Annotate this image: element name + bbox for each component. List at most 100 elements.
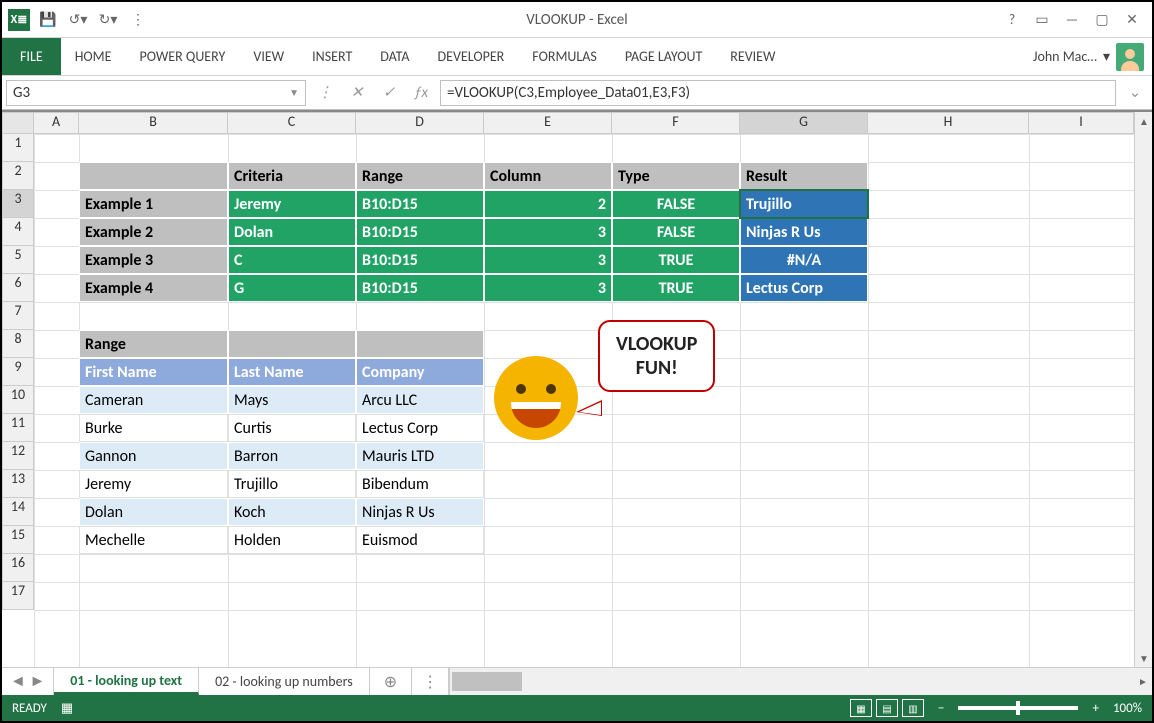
row-header-10[interactable]: 10: [2, 386, 34, 414]
cell-D5[interactable]: B10:D15: [356, 246, 484, 274]
cell-E5[interactable]: 3: [484, 246, 612, 274]
cell-F2[interactable]: Type: [612, 162, 740, 190]
select-all-corner[interactable]: [2, 112, 34, 134]
cell-E2[interactable]: Column: [484, 162, 612, 190]
cell-C13[interactable]: Trujillo: [228, 470, 356, 498]
zoom-slider[interactable]: [958, 706, 1078, 710]
file-tab[interactable]: FILE: [2, 38, 61, 75]
tab-insert[interactable]: INSERT: [298, 38, 366, 75]
row-header-2[interactable]: 2: [2, 162, 34, 190]
row-header-13[interactable]: 13: [2, 470, 34, 498]
row-header-14[interactable]: 14: [2, 498, 34, 526]
cell-D15[interactable]: Euismod: [356, 526, 484, 554]
cell-G6[interactable]: Lectus Corp: [740, 274, 868, 302]
row-header-1[interactable]: 1: [2, 134, 34, 162]
sheet-nav[interactable]: ◄ ►: [2, 668, 54, 695]
formula-cancel-icon[interactable]: ✕: [344, 80, 370, 106]
row-header-7[interactable]: 7: [2, 302, 34, 330]
row-header-12[interactable]: 12: [2, 442, 34, 470]
cell-D4[interactable]: B10:D15: [356, 218, 484, 246]
sheet-tab-2[interactable]: 02 - looking up numbers: [199, 668, 370, 695]
macro-record-icon[interactable]: ▦: [61, 701, 73, 716]
cell-B9[interactable]: First Name: [79, 358, 228, 386]
row-header-6[interactable]: 6: [2, 274, 34, 302]
tab-home[interactable]: HOME: [61, 38, 126, 75]
cell-C15[interactable]: Holden: [228, 526, 356, 554]
view-normal-icon[interactable]: ▦: [850, 699, 872, 717]
cell-B15[interactable]: Mechelle: [79, 526, 228, 554]
scroll-down-icon[interactable]: ▼: [1135, 649, 1152, 667]
cell-F4[interactable]: FALSE: [612, 218, 740, 246]
view-page-layout-icon[interactable]: ▤: [876, 699, 898, 717]
zoom-thumb[interactable]: [1016, 701, 1020, 715]
zoom-level[interactable]: 100%: [1113, 701, 1142, 716]
horizontal-scrollbar[interactable]: ◄ ►: [449, 668, 1152, 695]
tab-review[interactable]: REVIEW: [716, 38, 789, 75]
cell-D13[interactable]: Bibendum: [356, 470, 484, 498]
help-icon[interactable]: ?: [998, 8, 1026, 32]
formula-input[interactable]: =VLOOKUP(C3,Employee_Data01,E3,F3): [440, 80, 1116, 106]
cell-C10[interactable]: Mays: [228, 386, 356, 414]
row-headers[interactable]: 1234567891011121314151617: [2, 134, 34, 667]
cell-D9[interactable]: Company: [356, 358, 484, 386]
minimize-icon[interactable]: —: [1058, 8, 1086, 32]
view-page-break-icon[interactable]: ▥: [902, 699, 924, 717]
cell-F6[interactable]: TRUE: [612, 274, 740, 302]
add-sheet-button[interactable]: ⊕: [370, 668, 412, 695]
cell-C9[interactable]: Last Name: [228, 358, 356, 386]
cell-G3[interactable]: Trujillo: [740, 190, 868, 218]
row-header-15[interactable]: 15: [2, 526, 34, 554]
zoom-in-icon[interactable]: +: [1092, 701, 1098, 716]
save-icon[interactable]: 💾: [36, 8, 60, 32]
col-header-C[interactable]: C: [228, 112, 356, 134]
cell-C6[interactable]: G: [228, 274, 356, 302]
cell-grid[interactable]: CriteriaRangeColumnTypeResultExample 1Je…: [34, 134, 1134, 667]
cell-E6[interactable]: 3: [484, 274, 612, 302]
row-header-8[interactable]: 8: [2, 330, 34, 358]
spreadsheet[interactable]: ABCDEFGHI 1234567891011121314151617 Crit…: [2, 110, 1152, 667]
tab-formulas[interactable]: FORMULAS: [518, 38, 611, 75]
close-icon[interactable]: ✕: [1118, 8, 1146, 32]
formula-enter-icon[interactable]: ✓: [376, 80, 402, 106]
vertical-scrollbar[interactable]: ▲ ▼: [1134, 112, 1152, 667]
cell-D2[interactable]: Range: [356, 162, 484, 190]
cell-C8[interactable]: [228, 330, 356, 358]
tab-developer[interactable]: DEVELOPER: [424, 38, 519, 75]
ribbon-options-icon[interactable]: ▭: [1028, 8, 1056, 32]
cell-G5[interactable]: #N/A: [740, 246, 868, 274]
cell-B2[interactable]: [79, 162, 228, 190]
row-header-11[interactable]: 11: [2, 414, 34, 442]
cell-D8[interactable]: [356, 330, 484, 358]
cell-C14[interactable]: Koch: [228, 498, 356, 526]
cell-C4[interactable]: Dolan: [228, 218, 356, 246]
cell-E3[interactable]: 2: [484, 190, 612, 218]
tab-power-query[interactable]: POWER QUERY: [126, 38, 240, 75]
hscroll-thumb[interactable]: [452, 672, 522, 691]
cell-C11[interactable]: Curtis: [228, 414, 356, 442]
cell-C12[interactable]: Barron: [228, 442, 356, 470]
cell-C2[interactable]: Criteria: [228, 162, 356, 190]
cell-G4[interactable]: Ninjas R Us: [740, 218, 868, 246]
col-header-I[interactable]: I: [1029, 112, 1134, 134]
cell-D12[interactable]: Mauris LTD: [356, 442, 484, 470]
row-header-5[interactable]: 5: [2, 246, 34, 274]
user-account[interactable]: John Mac…▾: [1033, 38, 1152, 75]
cell-F5[interactable]: TRUE: [612, 246, 740, 274]
cell-F3[interactable]: FALSE: [612, 190, 740, 218]
formula-expand-icon[interactable]: ⌄: [1122, 80, 1148, 106]
sheet-tab-1[interactable]: 01 - looking up text: [54, 668, 199, 695]
col-header-A[interactable]: A: [34, 112, 79, 134]
qat-customize-icon[interactable]: ⋮: [126, 8, 150, 32]
cell-B11[interactable]: Burke: [79, 414, 228, 442]
cell-D10[interactable]: Arcu LLC: [356, 386, 484, 414]
name-box[interactable]: G3 ▼: [6, 80, 306, 106]
col-header-H[interactable]: H: [868, 112, 1029, 134]
col-header-B[interactable]: B: [79, 112, 228, 134]
cell-D3[interactable]: B10:D15: [356, 190, 484, 218]
insert-function-icon[interactable]: ƒx: [408, 80, 434, 106]
cell-G2[interactable]: Result: [740, 162, 868, 190]
avatar[interactable]: [1116, 43, 1144, 71]
redo-icon[interactable]: ↻▾: [96, 8, 120, 32]
cell-B14[interactable]: Dolan: [79, 498, 228, 526]
row-header-9[interactable]: 9: [2, 358, 34, 386]
